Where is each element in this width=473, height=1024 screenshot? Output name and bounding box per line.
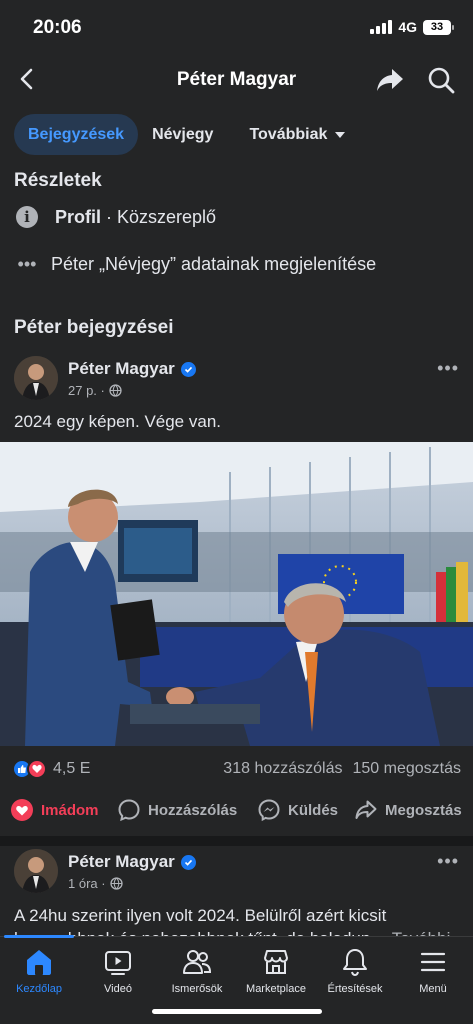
parliament-photo	[0, 442, 473, 746]
status-indicators: 4G 33	[370, 19, 454, 35]
share-icon[interactable]	[375, 66, 405, 94]
post-time-2: 1 óra ·	[68, 876, 106, 891]
top-bar: Péter Magyar	[0, 56, 473, 104]
share-count[interactable]: 150 megosztás	[352, 760, 461, 778]
love-label: Imádom	[41, 801, 99, 819]
author-name[interactable]: Péter Magyar	[68, 359, 175, 379]
nav-friends-label: Ismerősök	[171, 983, 223, 995]
comment-button[interactable]: Hozzászólás	[117, 798, 237, 822]
about-link[interactable]: Péter „Névjegy” adatainak megjelenítése	[51, 254, 376, 275]
avatar-image-2	[14, 849, 58, 893]
nav-friends[interactable]: Ismerősök	[157, 947, 237, 995]
post-author[interactable]: Péter Magyar	[68, 359, 196, 379]
tab-posts[interactable]: Bejegyzések	[14, 114, 139, 155]
status-bar: 20:06 4G 33	[0, 0, 473, 56]
avatar-2[interactable]	[14, 849, 58, 893]
share-button[interactable]: Megosztás	[354, 798, 462, 822]
nav-marketplace-label: Marketplace	[246, 983, 306, 995]
search-icon[interactable]	[427, 66, 455, 94]
avatar[interactable]	[14, 356, 58, 400]
menu-icon	[420, 952, 446, 972]
nav-menu-label: Menü	[419, 983, 447, 995]
profile-label: Profil	[55, 206, 102, 227]
post-meta: 27 p. ·	[68, 383, 122, 398]
profile-detail-row: i Profil · Közszereplő	[16, 206, 216, 228]
signal-icon	[370, 20, 393, 34]
verified-badge-icon-2	[180, 854, 196, 870]
post-header: Péter Magyar 27 p. · •••	[14, 356, 459, 406]
nav-notifications-label: Értesítések	[327, 983, 383, 995]
home-icon	[27, 950, 51, 975]
reaction-icons	[12, 759, 47, 779]
reaction-summary[interactable]: 4,5 E 318 hozzászólás 150 megosztás	[12, 757, 461, 781]
verified-badge-icon	[180, 361, 196, 377]
friends-icon	[183, 950, 212, 974]
nav-active-indicator	[4, 935, 74, 938]
comment-label: Hozzászólás	[148, 801, 238, 819]
send-label: Küldés	[288, 801, 339, 819]
author-name-2[interactable]: Péter Magyar	[68, 852, 175, 872]
nav-video[interactable]: Videó	[78, 947, 158, 995]
love-button[interactable]: Imádom	[10, 798, 99, 822]
post-options-icon-2[interactable]: •••	[437, 851, 459, 872]
more-dots-icon: •••	[17, 254, 37, 274]
nav-home[interactable]: Kezdőlap	[0, 947, 79, 995]
tab-more[interactable]: Továbbiak	[235, 114, 359, 155]
avatar-image	[14, 356, 58, 400]
post-text: 2024 egy képen. Vége van.	[14, 412, 221, 431]
network-type: 4G	[398, 19, 417, 35]
engagement-stats: 318 hozzászólás 150 megosztás	[223, 760, 461, 778]
tab-about[interactable]: Névjegy	[138, 114, 227, 155]
about-link-row[interactable]: ••• Péter „Névjegy” adatainak megjelenít…	[16, 254, 377, 275]
video-icon	[105, 951, 131, 975]
heart-icon	[11, 799, 33, 821]
bell-icon	[343, 949, 367, 977]
nav-video-label: Videó	[104, 983, 132, 995]
share-label: Megosztás	[385, 801, 462, 819]
post-author-2[interactable]: Péter Magyar	[68, 852, 196, 872]
globe-icon	[109, 384, 122, 397]
nav-marketplace[interactable]: Marketplace	[236, 947, 316, 995]
info-icon: i	[16, 206, 38, 228]
tab-more-label: Továbbiak	[249, 125, 328, 143]
details-title: Részletek	[14, 170, 102, 191]
battery-icon: 33	[423, 19, 454, 35]
post-meta-2: 1 óra ·	[68, 876, 123, 891]
love-reaction-icon	[27, 759, 47, 779]
home-indicator	[152, 1009, 322, 1014]
comment-count[interactable]: 318 hozzászólás	[223, 760, 342, 778]
post-options-icon[interactable]: •••	[437, 358, 459, 379]
send-button[interactable]: Küldés	[257, 798, 338, 822]
post-separator	[0, 836, 473, 846]
posts-section-title: Péter bejegyzései	[14, 317, 174, 338]
profile-type: · Közszereplő	[101, 206, 217, 227]
post-time: 27 p. ·	[68, 383, 105, 398]
nav-home-label: Kezdőlap	[16, 983, 62, 995]
status-time: 20:06	[33, 17, 82, 38]
post-image[interactable]	[0, 442, 473, 746]
caret-down-icon	[335, 131, 346, 138]
globe-icon-2	[109, 877, 123, 890]
comment-icon	[118, 799, 140, 822]
post-text-2-line1: A 24hu szerint ilyen volt 2024. Belülről…	[14, 906, 387, 925]
messenger-icon	[258, 799, 280, 822]
nav-notifications[interactable]: Értesítések	[315, 947, 395, 995]
marketplace-icon	[264, 950, 288, 974]
nav-menu[interactable]: Menü	[393, 947, 473, 995]
reaction-count: 4,5 E	[53, 760, 91, 777]
profile-tabs: Bejegyzések Névjegy Továbbiak	[14, 114, 359, 155]
share-arrow-icon	[355, 800, 377, 819]
post-actions: Imádom Hozzászólás Küldés Megosztás	[0, 795, 473, 825]
post-header-2: Péter Magyar 1 óra · •••	[14, 849, 459, 899]
